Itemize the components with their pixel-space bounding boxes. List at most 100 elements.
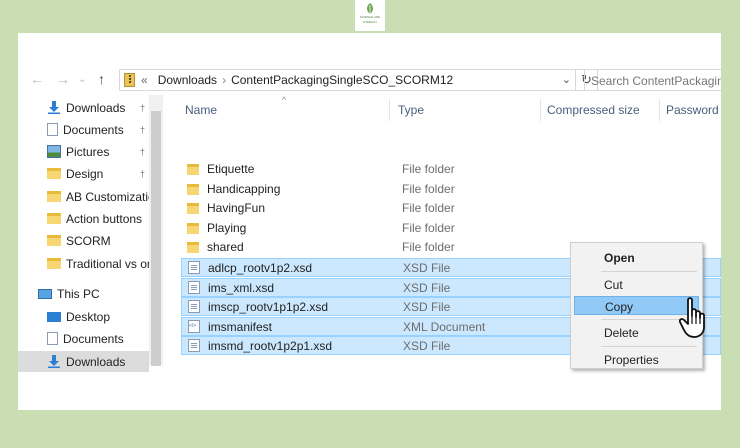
sidebar-item-label: Traditional vs on [66,256,149,271]
pin-icon: † [139,124,145,135]
scrollbar-thumb[interactable] [151,111,161,366]
recent-chevron-icon[interactable]: ⌄ [78,74,86,85]
desktop-icon [47,311,61,322]
sidebar-item-action-buttons[interactable]: Action buttons [18,208,149,229]
sidebar-item-label: Pictures [66,144,110,159]
sidebar-item-label: Design [66,166,104,181]
address-prefix: « [141,73,148,87]
column-header-compressed-size[interactable]: Compressed size [547,99,657,121]
pictures-icon [47,145,61,158]
sidebar-item-downloads[interactable]: Downloads [18,351,149,372]
documents-icon [47,123,58,136]
file-type: XML Document [403,319,486,334]
folder-icon [187,164,199,175]
file-name: imsmanifest [208,319,273,334]
folder-icon [187,203,199,215]
sidebar-item-downloads[interactable]: Downloads † [18,97,149,118]
up-arrow-icon[interactable]: ↑ [98,71,105,87]
sidebar-scrollbar[interactable] [149,95,163,366]
folder-icon [187,183,199,195]
folder-icon [47,191,61,202]
file-name: imsmd_rootv1p2p1.xsd [208,339,333,354]
sidebar-item-ab-customizatic[interactable]: AB Customizatic [18,186,149,207]
file-type: File folder [402,201,455,216]
file-type: File folder [402,220,455,235]
logo-text-line2: LITERACY [362,19,378,24]
navigation-bar: ← → ⌄ ↑ « Downloads › ContentPackagingSi… [18,69,721,91]
folder-icon [47,168,61,179]
sidebar-item-design[interactable]: Design † [18,163,149,184]
documents-icon [47,332,58,345]
breadcrumb-separator: › [222,73,227,87]
file-type: XSD File [403,300,451,315]
sidebar-item-pictures[interactable]: Pictures † [18,141,149,162]
back-arrow-icon[interactable]: ← [30,71,44,87]
forward-arrow-icon[interactable]: → [56,71,70,87]
file-type: XSD File [403,280,451,295]
menu-item-open[interactable]: Open [574,248,699,267]
hand-cursor-icon [679,297,705,338]
file-name: Handicapping [207,181,281,196]
xml-file-icon [188,319,200,333]
sidebar-item-label: Downloads [66,354,126,369]
file-name: shared [207,240,244,255]
chevron-down-icon[interactable]: ⌄ [562,73,571,86]
sidebar-item-label: Action buttons [66,211,143,226]
file-row[interactable]: Etiquette File folder [181,160,721,179]
column-header-password[interactable]: Password ... [666,99,721,121]
sidebar-item-scorm[interactable]: SCORM [18,230,149,251]
menu-item-cut[interactable]: Cut [574,275,699,294]
sidebar-item-label: Desktop [66,309,111,324]
folder-icon [47,258,61,269]
file-explorer-window: ← → ⌄ ↑ « Downloads › ContentPackagingSi… [18,33,721,410]
leaf-logo-icon [367,3,373,15]
zip-folder-icon [124,73,135,87]
column-header-name[interactable]: Name [185,99,385,121]
pin-icon: † [139,146,145,157]
sidebar-item-documents[interactable]: Documents [18,328,149,349]
file-row[interactable]: HavingFun File folder [181,199,721,218]
folder-icon [187,222,199,234]
breadcrumb-downloads[interactable]: Downloads [158,73,217,87]
sidebar-item-label: Documents [63,122,124,137]
xsd-file-icon [188,261,200,274]
menu-item-properties[interactable]: Properties [574,350,699,369]
xsd-file-icon [188,300,200,314]
folder-icon [47,213,61,224]
file-type: File folder [402,162,455,176]
sidebar-item-label: AB Customizatic [66,189,149,204]
sidebar-item-this-pc[interactable]: This PC [18,283,149,304]
address-bar[interactable]: « Downloads › ContentPackagingSingleSCO_… [119,69,576,91]
sidebar-item-documents[interactable]: Documents † [18,119,149,140]
file-type: File folder [402,181,455,196]
sidebar-item-desktop[interactable]: Desktop [18,306,149,327]
file-name: Etiquette [207,162,255,176]
download-arrow-icon [47,101,61,114]
file-name: adlcp_rootv1p2.xsd [208,261,313,275]
breadcrumb-current-folder[interactable]: ContentPackagingSingleSCO_SCORM12 [231,73,453,87]
file-type: XSD File [403,339,451,354]
file-row[interactable]: Handicapping File folder [181,180,721,199]
sidebar-item-label: Documents [63,331,124,346]
folder-icon [47,235,61,246]
folder-icon [187,242,199,254]
navigation-pane: Downloads † Documents † Pictures † Design † AB C… [18,95,149,410]
file-name: HavingFun [207,201,266,216]
download-arrow-icon [47,355,61,368]
pin-icon: † [139,102,145,113]
pin-icon: † [139,168,145,179]
file-row[interactable]: Playing File folder [181,219,721,238]
sidebar-item-label: This PC [57,286,100,301]
pc-icon [38,288,52,299]
column-header-type[interactable]: Type [398,99,538,121]
sidebar-item-label: SCORM [66,233,111,248]
brand-logo: SCIENCE AND LITERACY [355,0,385,31]
sidebar-item-traditional-vs-on[interactable]: Traditional vs on [18,253,149,274]
file-name: ims_xml.xsd [208,280,275,295]
xsd-file-icon [188,280,200,294]
search-input[interactable]: Search ContentPackagingS [584,69,721,91]
sidebar-item-label: Downloads [66,100,126,115]
file-type: XSD File [403,261,451,275]
file-type: File folder [402,240,455,255]
xsd-file-icon [188,339,200,353]
